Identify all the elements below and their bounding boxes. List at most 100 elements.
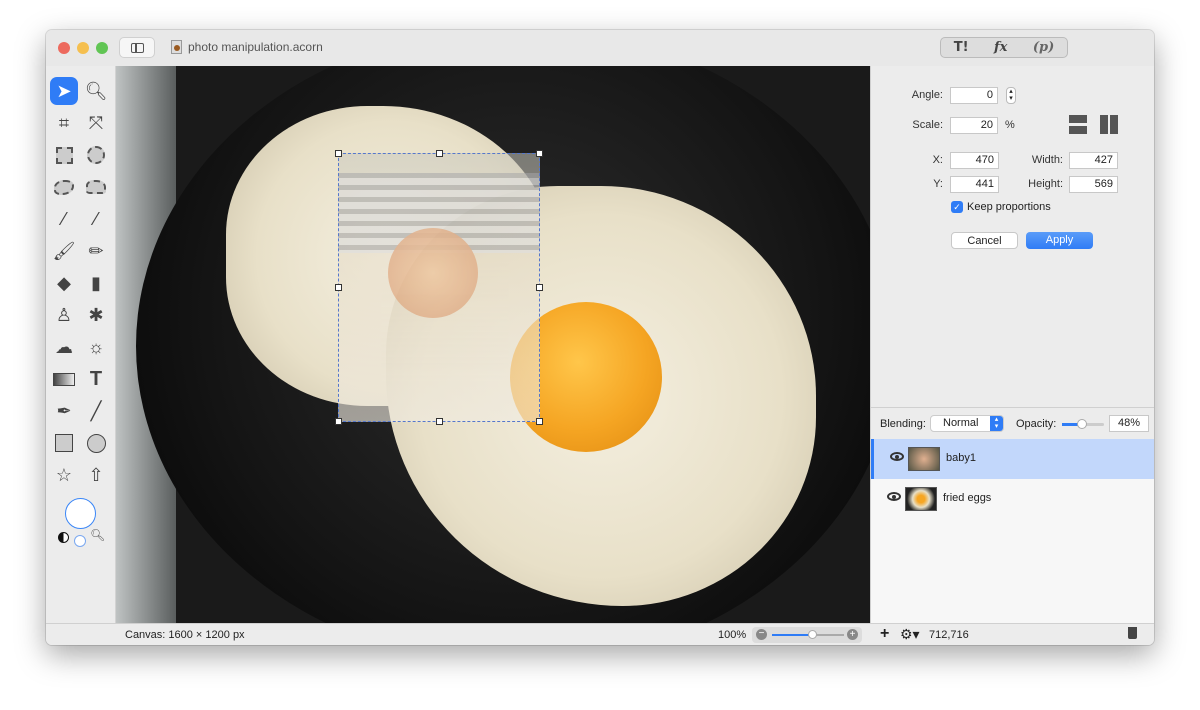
- color-well[interactable]: [65, 498, 96, 529]
- scale-unit: %: [1005, 119, 1015, 131]
- zoom-icon[interactable]: 🔍︎: [82, 77, 110, 105]
- resize-handle[interactable]: [536, 284, 543, 291]
- rectangle-icon[interactable]: [50, 429, 78, 457]
- zoom-out-icon[interactable]: −: [756, 629, 767, 640]
- x-field[interactable]: 470: [950, 152, 999, 169]
- resize-handle[interactable]: [536, 418, 543, 425]
- flip-vertical-icon[interactable]: [1069, 115, 1087, 134]
- layer-name: fried eggs: [943, 492, 992, 504]
- trash-icon[interactable]: [1128, 627, 1137, 639]
- add-layer-button[interactable]: +: [880, 625, 889, 643]
- gear-icon[interactable]: ⚙︎▾: [900, 626, 920, 643]
- select-arrow-icon[interactable]: ➤: [50, 77, 78, 105]
- ellipse-select-icon[interactable]: [82, 141, 110, 169]
- transform-bounding-box[interactable]: [335, 150, 543, 425]
- magnifier-icon[interactable]: 🔍︎: [90, 528, 105, 542]
- layer-row-baby1[interactable]: baby1: [871, 439, 1154, 479]
- resize-handle[interactable]: [335, 150, 342, 157]
- star-icon[interactable]: ☆: [50, 461, 78, 489]
- x-label: X:: [932, 154, 943, 166]
- flip-horizontal-icon[interactable]: [1100, 115, 1118, 134]
- pencil-icon[interactable]: ✏︎: [82, 237, 110, 265]
- lasso-icon[interactable]: [50, 173, 78, 201]
- sidebar-toggle-button[interactable]: [119, 37, 155, 58]
- clone-stamp-icon[interactable]: ♙: [50, 301, 78, 329]
- scale-label: Scale:: [912, 119, 943, 131]
- angle-stepper[interactable]: ▴ ▾: [1006, 87, 1016, 104]
- keep-proportions-checkbox[interactable]: ✓: [951, 201, 963, 213]
- resize-handle[interactable]: [335, 284, 342, 291]
- opacity-slider-knob[interactable]: [1077, 419, 1088, 429]
- p-icon[interactable]: (p): [1033, 40, 1054, 55]
- app-window: photo manipulation.acorn T! fx (p) ➤ 🔍︎ …: [46, 30, 1154, 645]
- window-title: photo manipulation.acorn: [188, 40, 323, 54]
- brush-icon[interactable]: 🖌︎: [50, 237, 78, 265]
- line-icon[interactable]: ╱: [82, 397, 110, 425]
- blending-value: Normal: [943, 417, 979, 429]
- zoom-button[interactable]: [96, 42, 108, 54]
- layers-list: baby1 fried eggs: [871, 439, 1154, 623]
- inspector-segmented-control[interactable]: T! fx (p): [940, 37, 1068, 58]
- chevron-updown-icon: ▴ ▾: [990, 416, 1003, 431]
- cancel-button[interactable]: Cancel: [951, 232, 1018, 249]
- inspector-panel: Angle: 0 ▴ ▾ Scale: 20 % X: 470 Width: 42…: [870, 66, 1154, 623]
- eraser-icon[interactable]: ▮: [82, 269, 110, 297]
- paint-bucket-icon[interactable]: ◆: [50, 269, 78, 297]
- background-color-well[interactable]: [74, 535, 86, 547]
- canvas-size-label: Canvas: 1600 × 1200 px: [125, 629, 245, 641]
- cursor-coordinates: 712,716: [929, 629, 969, 641]
- angle-field[interactable]: 0: [950, 87, 998, 104]
- scale-field[interactable]: 20: [950, 117, 998, 134]
- y-field[interactable]: 441: [950, 176, 999, 193]
- sun-icon[interactable]: ☼: [82, 333, 110, 361]
- keep-proportions-label: Keep proportions: [967, 201, 1051, 213]
- eye-icon[interactable]: [890, 452, 904, 461]
- zoom-level: 100%: [718, 629, 747, 641]
- opacity-slider[interactable]: [1062, 419, 1104, 429]
- layer-name: baby1: [946, 452, 976, 464]
- resize-handle[interactable]: [536, 150, 543, 157]
- transform-icon[interactable]: ⤧: [82, 109, 110, 137]
- zoom-slider-knob[interactable]: [807, 630, 817, 639]
- resize-handle[interactable]: [436, 418, 443, 425]
- color-select-icon[interactable]: ⁄: [82, 205, 110, 233]
- layer-row-fried-eggs[interactable]: fried eggs: [871, 479, 1154, 519]
- zoom-slider[interactable]: [772, 630, 844, 639]
- height-field[interactable]: 569: [1069, 176, 1118, 193]
- opacity-field[interactable]: 48%: [1109, 415, 1149, 432]
- status-bar: Canvas: 1600 × 1200 px 100% − + + ⚙︎▾ 71…: [46, 623, 1154, 645]
- swap-colors-icon[interactable]: [58, 532, 69, 543]
- fx-icon[interactable]: fx: [994, 40, 1007, 55]
- close-button[interactable]: [58, 42, 70, 54]
- blending-select[interactable]: Normal ▴ ▾: [930, 415, 1004, 432]
- gradient-icon[interactable]: [50, 365, 78, 393]
- resize-handle[interactable]: [436, 150, 443, 157]
- blending-label: Blending:: [880, 418, 926, 430]
- width-field[interactable]: 427: [1069, 152, 1118, 169]
- image-canvas[interactable]: [116, 66, 870, 623]
- document-icon: [171, 40, 182, 54]
- polygon-lasso-icon[interactable]: [82, 173, 110, 201]
- pen-icon[interactable]: ✒︎: [50, 397, 78, 425]
- tool-palette: ➤ 🔍︎ ⌗ ⤧ ⁄ ⁄ 🖌︎ ✏︎ ◆ ▮ ♙ ✱ ☁︎ ☼ T ✒︎ ╱ ☆…: [46, 66, 116, 623]
- retouch-icon[interactable]: ✱: [82, 301, 110, 329]
- crop-icon[interactable]: ⌗: [50, 109, 78, 137]
- tools-icon[interactable]: T!: [954, 40, 969, 55]
- height-label: Height:: [1028, 178, 1063, 190]
- circle-icon[interactable]: [82, 429, 110, 457]
- cloud-icon[interactable]: ☁︎: [50, 333, 78, 361]
- opacity-label: Opacity:: [1016, 418, 1057, 430]
- arrow-up-icon[interactable]: ⇧: [82, 461, 110, 489]
- resize-handle[interactable]: [335, 418, 342, 425]
- eye-icon[interactable]: [887, 492, 901, 501]
- zoom-in-icon[interactable]: +: [847, 629, 858, 640]
- zoom-control: − +: [752, 627, 862, 643]
- layers-toolbar: Blending: Normal ▴ ▾ Opacity: 48%: [871, 407, 1154, 439]
- magic-wand-icon[interactable]: ⁄: [50, 205, 78, 233]
- minimize-button[interactable]: [77, 42, 89, 54]
- width-label: Width:: [1031, 154, 1063, 166]
- y-label: Y:: [933, 178, 943, 190]
- text-icon[interactable]: T: [82, 365, 110, 393]
- rect-select-icon[interactable]: [50, 141, 78, 169]
- apply-button[interactable]: Apply: [1026, 232, 1093, 249]
